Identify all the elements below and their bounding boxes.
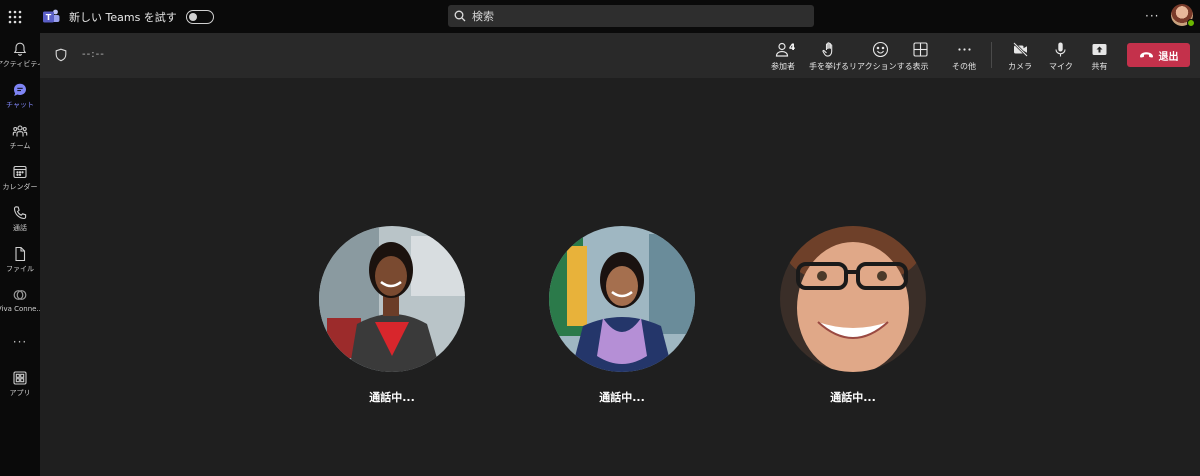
teams-window: T 新しい Teams を試す 検索 ··· アクティビティ チャット チーム [0,0,1200,476]
participants-button[interactable]: 4 参加者 [771,41,795,72]
rail-label: 通話 [13,224,27,232]
rail-label: カレンダー [2,183,38,191]
react-button[interactable]: リアクションする [849,41,913,72]
rail-label: アプリ [9,389,31,397]
teams-icon [12,125,28,137]
apps-icon [13,371,27,385]
title-bar: T 新しい Teams を試す 検索 ··· [0,0,1200,33]
rail-label: アクティビティ [0,60,44,68]
participant-status: 通話中... [599,391,645,404]
more-label: その他 [952,62,976,71]
bell-icon [13,42,27,56]
rail-label: Viva Conne... [0,305,44,313]
participant-tile[interactable]: 通話中... [780,226,926,405]
try-new-teams-label: 新しい Teams を試す [69,10,177,24]
rail-item-calendar[interactable]: カレンダー [0,164,40,200]
new-teams-toggle[interactable] [185,9,214,24]
svg-text:T: T [46,13,52,22]
rail-item-teams[interactable]: チーム [0,123,40,159]
rail-item-activity[interactable]: アクティビティ [0,41,44,77]
mic-button[interactable]: マイク [1049,41,1073,72]
file-icon [15,246,26,262]
leave-button[interactable]: 退出 [1127,43,1190,67]
smiley-icon [873,41,889,58]
viva-connections-icon [13,290,27,300]
shield-icon[interactable] [54,48,68,62]
participants-count: 4 [789,43,796,53]
rail-item-viva-connections[interactable]: Viva Conne... [0,287,44,323]
more-icon [957,48,971,51]
raise-hand-label: 手を挙げる [809,62,849,71]
rail-label: チャット [6,101,34,109]
rail-item-calls[interactable]: 通話 [0,205,40,241]
phone-icon [13,206,27,220]
react-label: リアクションする [849,62,913,71]
participant-avatar [319,226,465,372]
rail-item-chat[interactable]: チャット [0,82,40,118]
app-bar: アクティビティ チャット チーム カレンダー 通話 ファイル Viva Conn… [0,33,44,476]
participant-avatar [780,226,926,372]
mic-label: マイク [1049,62,1073,71]
participant-status: 通話中... [830,391,876,404]
meeting-timer: --:-- [82,49,105,60]
profile-avatar[interactable] [1171,4,1195,27]
rail-label: ファイル [6,265,34,273]
leave-label: 退出 [1158,51,1179,63]
view-button[interactable]: 表示 [912,41,929,72]
more-actions-button[interactable]: その他 [952,41,976,72]
teams-logo-icon: T [43,9,60,22]
participants-label: 参加者 [771,62,795,71]
camera-button[interactable]: カメラ [1008,41,1032,72]
meeting-stage: 通話中... 通話中... 通話中... [40,78,1200,476]
camera-off-icon [1012,42,1028,57]
camera-label: カメラ [1008,62,1032,71]
rail-label: チーム [9,142,31,150]
participant-tile[interactable]: 通話中... [549,226,695,405]
rail-item-files[interactable]: ファイル [0,246,40,282]
participant-status: 通話中... [369,391,415,404]
search-placeholder: 検索 [472,10,494,23]
app-launcher-icon[interactable] [0,0,30,33]
meeting-toolbar: --:-- 4 参加者 手を挙げる リアクションする 表示 その他 カメラ マイ… [40,33,1200,78]
share-label: 共有 [1091,62,1108,71]
microphone-icon [1055,42,1066,57]
search-icon [454,10,466,22]
calendar-icon [13,165,27,179]
presence-available-icon [1187,19,1195,27]
share-screen-icon [1092,44,1107,55]
participant-tile[interactable]: 通話中... [319,226,465,405]
hand-icon [821,42,832,57]
share-button[interactable]: 共有 [1091,41,1108,72]
grid-view-icon [913,42,928,57]
participant-avatar [549,226,695,372]
settings-more-icon[interactable]: ··· [1145,9,1159,23]
rail-item-apps[interactable]: アプリ [0,370,40,406]
search-input[interactable]: 検索 [448,5,814,27]
more-apps-icon[interactable]: ··· [0,335,40,349]
view-label: 表示 [912,62,929,71]
chat-icon [14,83,26,96]
raise-hand-button[interactable]: 手を挙げる [809,41,849,72]
hang-up-icon [1139,52,1153,58]
toolbar-divider [991,42,992,68]
